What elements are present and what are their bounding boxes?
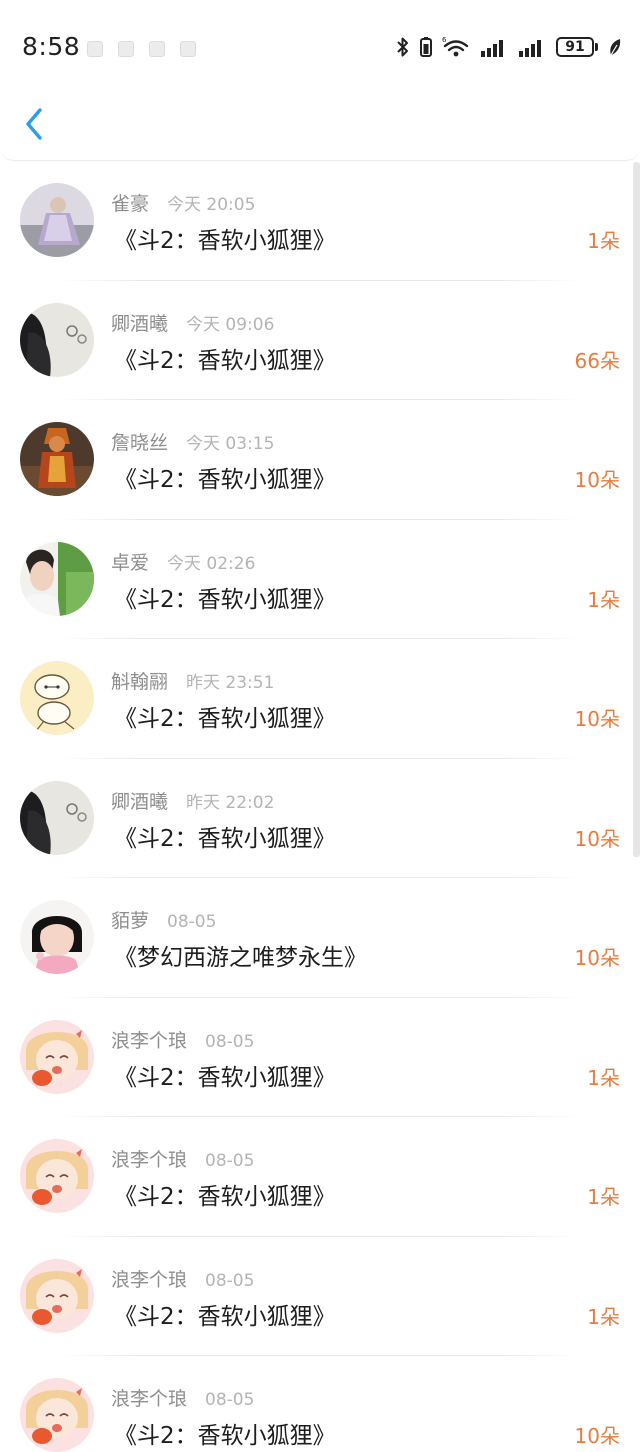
header: 8:58 6 91 [0,0,640,161]
avatar[interactable] [20,302,94,377]
book-title: 《斗2：香软小狐狸》 [114,586,336,613]
notification-icon [180,41,196,57]
list-item[interactable]: 卿酒曦 昨天 22:02 《斗2：香软小狐狸》 10朵 [0,759,640,878]
flower-amount: 10朵 [574,468,620,492]
phone-icon [420,37,432,57]
avatar[interactable] [20,1258,94,1333]
list-item[interactable]: 浪李个琅 08-05 《斗2：香软小狐狸》 10朵 [0,1356,640,1452]
book-title: 《斗2：香软小狐狸》 [114,706,336,732]
flower-amount: 66朵 [574,348,620,373]
flower-amount: 1朵 [587,587,620,612]
flower-amount: 1朵 [587,1065,620,1090]
status-time: 8:58 [22,32,81,61]
avatar[interactable] [20,661,94,735]
avatar[interactable] [20,1139,94,1213]
timestamp: 今天 02:26 [167,553,256,574]
book-title: 《梦幻西游之唯梦永生》 [114,945,367,971]
flower-amount: 10朵 [574,946,620,970]
list-item[interactable]: 詹晓丝 今天 03:15 《斗2：香软小狐狸》 10朵 [0,400,640,520]
gift-record-list: 雀豪 今天 20:05 《斗2：香软小狐狸》 1朵 卿酒曦 今天 09:06 《… [0,161,640,1452]
timestamp: 昨天 23:51 [186,673,275,693]
sender-name: 斛翰翮 [111,671,169,693]
battery-level: 91 [556,37,594,57]
sender-name: 卿酒曦 [111,312,169,335]
timestamp: 08-05 [205,1270,255,1291]
timestamp: 今天 20:05 [167,195,256,215]
flower-amount: 1朵 [587,1185,620,1209]
battery-icon: 91 [556,37,598,57]
timestamp: 今天 09:06 [186,314,275,335]
timestamp: 08-05 [205,1031,255,1052]
signal-icon [519,40,541,57]
avatar[interactable] [20,422,94,496]
timestamp: 08-05 [205,1151,255,1171]
timestamp: 今天 03:15 [186,434,275,454]
flower-amount: 1朵 [587,229,620,253]
bluetooth-icon [397,37,408,57]
list-item[interactable]: 斛翰翮 昨天 23:51 《斗2：香软小狐狸》 10朵 [0,639,640,759]
signal-icon [481,40,503,57]
sender-name: 浪李个琅 [111,1149,188,1171]
screen: 8:58 6 91 雀豪 今天 20:05 《斗2：香软小狐狸》 1朵 卿酒曦 … [0,0,640,1452]
notification-icon [87,41,103,57]
avatar[interactable] [20,900,94,974]
book-title: 《斗2：香软小狐狸》 [114,1064,336,1091]
book-title: 《斗2：香软小狐狸》 [114,1303,336,1330]
book-title: 《斗2：香软小狐狸》 [114,228,336,254]
notification-icon [149,41,165,57]
list-item[interactable]: 浪李个琅 08-05 《斗2：香软小狐狸》 1朵 [0,1117,640,1237]
list-item[interactable]: 貊萝 08-05 《梦幻西游之唯梦永生》 10朵 [0,878,640,998]
sender-name: 浪李个琅 [111,1268,188,1291]
leaf-icon [610,39,621,56]
list-item[interactable]: 卓爱 今天 02:26 《斗2：香软小狐狸》 1朵 [0,520,640,639]
sender-name: 卓爱 [111,551,150,574]
notification-icon [118,41,134,57]
book-title: 《斗2：香软小狐狸》 [114,347,336,374]
timestamp: 08-05 [205,1390,255,1410]
timestamp: 08-05 [167,912,217,932]
list-item[interactable]: 雀豪 今天 20:05 《斗2：香软小狐狸》 1朵 [0,161,640,281]
book-title: 《斗2：香软小狐狸》 [114,825,336,852]
svg-text:6: 6 [442,36,447,44]
book-title: 《斗2：香软小狐狸》 [114,467,336,493]
sender-name: 雀豪 [111,193,150,215]
avatar[interactable] [20,1019,94,1094]
chevron-left-icon [26,108,42,140]
sender-name: 詹晓丝 [111,432,169,454]
status-icons: 6 91 [396,34,622,60]
flower-amount: 10朵 [574,1424,620,1448]
avatar[interactable] [20,183,94,257]
book-title: 《斗2：香软小狐狸》 [114,1423,336,1449]
flower-amount: 1朵 [587,1304,620,1329]
back-button[interactable] [20,104,50,144]
list-item[interactable]: 浪李个琅 08-05 《斗2：香软小狐狸》 1朵 [0,1237,640,1356]
avatar[interactable] [20,1378,94,1452]
avatar[interactable] [20,541,94,616]
list-item[interactable]: 浪李个琅 08-05 《斗2：香软小狐狸》 1朵 [0,998,640,1117]
sender-name: 卿酒曦 [111,790,169,813]
sender-name: 貊萝 [111,910,150,932]
book-title: 《斗2：香软小狐狸》 [114,1184,336,1210]
flower-amount: 10朵 [574,826,620,851]
sender-name: 浪李个琅 [111,1029,188,1052]
list-item[interactable]: 卿酒曦 今天 09:06 《斗2：香软小狐狸》 66朵 [0,281,640,400]
timestamp: 昨天 22:02 [186,792,275,813]
flower-amount: 10朵 [574,707,620,731]
sender-name: 浪李个琅 [111,1388,188,1410]
scrollbar[interactable] [633,162,640,857]
wifi-icon: 6 [442,36,469,57]
avatar[interactable] [20,780,94,855]
